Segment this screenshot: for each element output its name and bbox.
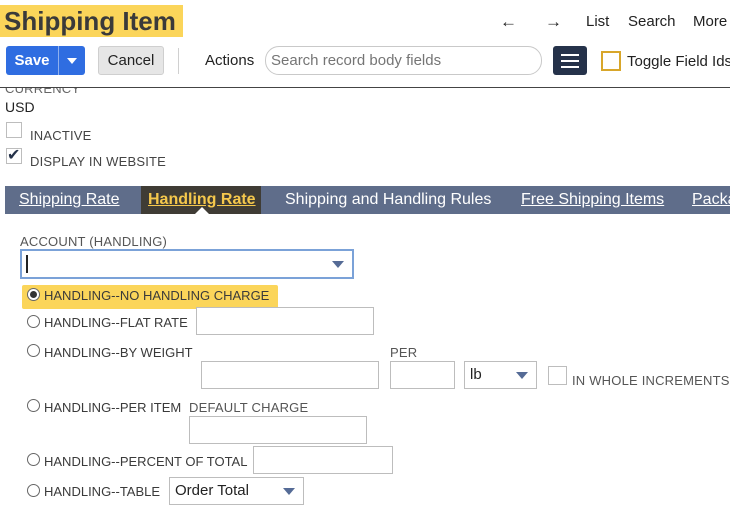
- page-title: Shipping Item: [4, 6, 176, 36]
- whole-increments-label: IN WHOLE INCREMENTS: [572, 373, 730, 388]
- nav-more-link[interactable]: More: [693, 12, 727, 32]
- whole-increments-checkbox[interactable]: [548, 366, 567, 385]
- currency-label: CURRENCY: [5, 88, 81, 96]
- radio-percent-of-total-label: HANDLING--PERCENT OF TOTAL: [44, 454, 248, 469]
- tab-handling-rate-label: Handling Rate: [148, 191, 256, 208]
- radio-per-item[interactable]: [27, 399, 40, 412]
- layout-toggle-button[interactable]: [553, 46, 587, 75]
- account-handling-label: ACCOUNT (HANDLING): [20, 234, 168, 249]
- tab-shipping-handling-rules-label: Shipping and Handling Rules: [285, 191, 492, 208]
- radio-no-handling-charge-label: HANDLING--NO HANDLING CHARGE: [44, 288, 270, 303]
- toggle-field-ids-checkbox[interactable]: [601, 51, 621, 71]
- tab-packages-label: Packa: [692, 191, 730, 208]
- per-label: PER: [390, 345, 418, 360]
- nav-search-link[interactable]: Search: [628, 12, 676, 32]
- actions-menu[interactable]: Actions: [205, 51, 254, 71]
- inactive-checkbox[interactable]: [6, 122, 22, 138]
- search-input[interactable]: [265, 46, 542, 75]
- account-handling-select[interactable]: [20, 249, 354, 279]
- radio-no-handling-charge[interactable]: [27, 288, 40, 301]
- back-arrow-icon[interactable]: ←: [500, 12, 517, 32]
- active-tab-caret-icon: [195, 207, 209, 214]
- fields-viewport: CURRENCY: [0, 88, 730, 188]
- toolbar-divider: [178, 48, 179, 74]
- account-dropdown-caret-icon[interactable]: [332, 261, 344, 268]
- tab-free-shipping-items-label: Free Shipping Items: [521, 191, 665, 208]
- percent-of-total-input[interactable]: [253, 446, 393, 474]
- tab-shipping-rate[interactable]: Shipping Rate: [19, 186, 120, 214]
- by-weight-rate-input[interactable]: [201, 361, 379, 389]
- radio-flat-rate-label: HANDLING--FLAT RATE: [44, 315, 188, 330]
- display-in-website-label: DISPLAY IN WEBSITE: [30, 154, 167, 169]
- toggle-field-ids-label: Toggle Field Ids: [627, 53, 730, 70]
- tab-packages[interactable]: Packa: [692, 186, 730, 214]
- save-button[interactable]: Save: [6, 46, 58, 75]
- layout-icon-bar: [561, 54, 579, 56]
- save-options-dropdown-button[interactable]: [58, 46, 85, 75]
- flat-rate-input[interactable]: [196, 307, 374, 335]
- radio-percent-of-total[interactable]: [27, 453, 40, 466]
- radio-table[interactable]: [27, 484, 40, 497]
- tab-free-shipping-items[interactable]: Free Shipping Items: [521, 186, 664, 214]
- cancel-button[interactable]: Cancel: [98, 46, 164, 75]
- radio-table-label: HANDLING--TABLE: [44, 484, 161, 499]
- default-charge-input[interactable]: [189, 416, 367, 444]
- text-cursor: [26, 255, 28, 273]
- checkmark-icon: ✔: [7, 147, 21, 164]
- inactive-label: INACTIVE: [30, 128, 92, 143]
- radio-by-weight[interactable]: [27, 344, 40, 357]
- layout-icon-bar: [561, 60, 579, 62]
- radio-by-weight-label: HANDLING--BY WEIGHT: [44, 345, 193, 360]
- currency-value: USD: [5, 99, 35, 115]
- radio-per-item-label: HANDLING--PER ITEM: [44, 400, 182, 415]
- layout-icon-bar: [561, 66, 579, 68]
- default-charge-label: DEFAULT CHARGE: [189, 400, 309, 415]
- radio-flat-rate[interactable]: [27, 315, 40, 328]
- table-basis-caret-icon[interactable]: [283, 488, 295, 495]
- nav-list-link[interactable]: List: [586, 12, 609, 32]
- tab-shipping-handling-rules[interactable]: Shipping and Handling Rules: [285, 186, 491, 214]
- forward-arrow-icon[interactable]: →: [545, 12, 562, 32]
- weight-unit-caret-icon[interactable]: [516, 372, 528, 379]
- tab-shipping-rate-label: Shipping Rate: [19, 191, 120, 208]
- per-weight-input[interactable]: [390, 361, 455, 389]
